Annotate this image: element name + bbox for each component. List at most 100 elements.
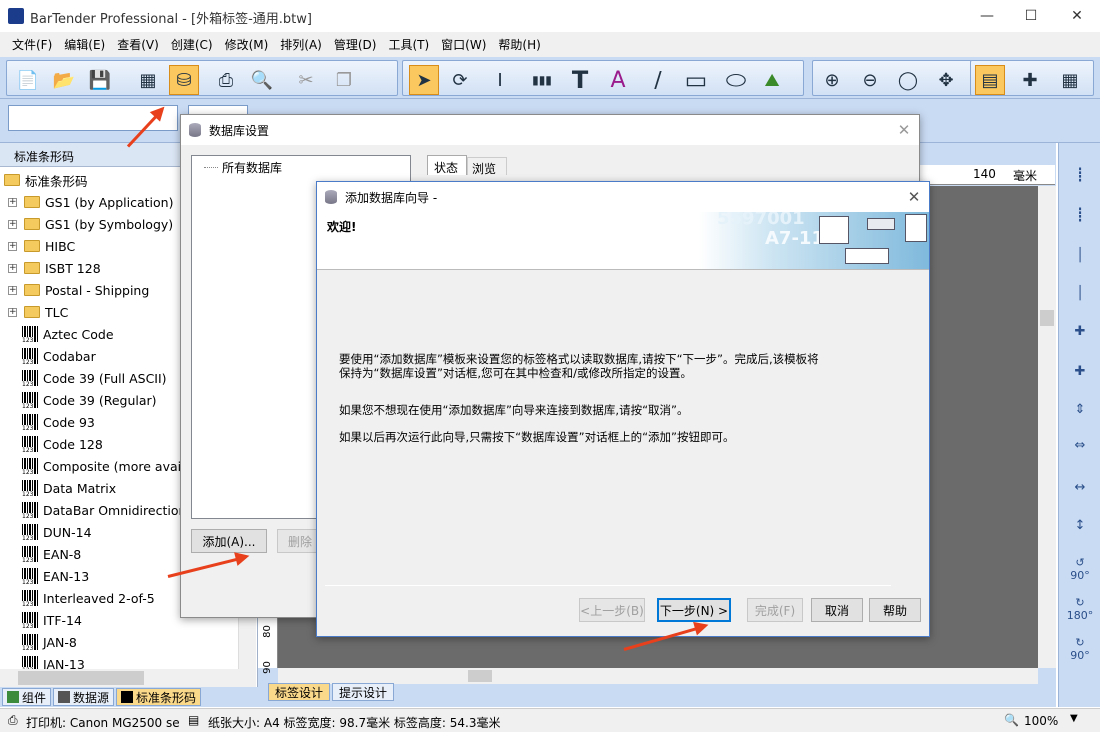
tree-folder[interactable]: + GS1 (by Symbology) — [0, 213, 173, 235]
copy-icon[interactable]: ❐ — [329, 65, 359, 95]
tree-barcode[interactable]: Composite (more availa — [22, 455, 192, 477]
tree-barcode[interactable]: JAN-13 — [22, 653, 85, 669]
menu-file[interactable]: 文件(F) — [6, 36, 58, 53]
menu-help[interactable]: 帮助(H) — [492, 36, 546, 53]
menu-create[interactable]: 创建(C) — [165, 36, 219, 53]
tree-barcode[interactable]: Interleaved 2-of-5 — [22, 587, 155, 609]
rotate-90-right-icon[interactable]: ↻ 90° — [1064, 633, 1096, 665]
tree-barcode[interactable]: Code 128 — [22, 433, 103, 455]
picture-icon[interactable]: ⛰ — [757, 65, 787, 95]
page-setup-icon[interactable]: ▦ — [133, 65, 163, 95]
label-icon — [845, 248, 889, 264]
tree-folder[interactable]: + GS1 (by Application) — [0, 191, 173, 213]
help-button[interactable]: 帮助 — [869, 598, 921, 622]
menu-edit[interactable]: 编辑(E) — [58, 36, 111, 53]
zoom-page-icon[interactable]: ✥ — [931, 65, 961, 95]
tree-barcode[interactable]: Codabar — [22, 345, 96, 367]
menu-manage[interactable]: 管理(D) — [328, 36, 383, 53]
cancel-button[interactable]: 取消 — [811, 598, 863, 622]
tree-barcode[interactable]: EAN-13 — [22, 565, 89, 587]
tree-barcode[interactable]: Code 39 (Regular) — [22, 389, 157, 411]
rotate-90-left-icon[interactable]: ↺ 90° — [1064, 553, 1096, 585]
space-horizontal-icon[interactable]: ⇔ — [1064, 429, 1096, 461]
menu-arrange[interactable]: 排列(A) — [274, 36, 328, 53]
wizard-header-title: 欢迎! — [327, 220, 357, 234]
tab-data-sources[interactable]: 数据源 — [53, 688, 115, 706]
database-setup-icon[interactable]: ⛁ — [169, 65, 199, 95]
minimize-button[interactable]: — — [964, 0, 1010, 32]
tree-folder[interactable]: + TLC — [0, 301, 68, 323]
ruler-icon[interactable]: ▤ — [975, 65, 1005, 95]
add-database-button[interactable]: 添加(A)... — [191, 529, 267, 553]
tree-barcode[interactable]: Code 93 — [22, 411, 95, 433]
tab-prompt-design[interactable]: 提示设计 — [332, 683, 395, 701]
tab-standard-barcodes[interactable]: 标准条形码 — [116, 688, 202, 706]
tree-barcode[interactable]: ITF-14 — [22, 609, 82, 631]
new-file-icon[interactable]: 📄 — [13, 65, 43, 95]
tree-barcode[interactable]: Aztec Code — [22, 323, 114, 345]
menu-view[interactable]: 查看(V) — [111, 36, 165, 53]
tree-barcode[interactable]: Code 39 (Full ASCII) — [22, 367, 167, 389]
close-button[interactable]: ✕ — [1054, 0, 1100, 32]
tree-folder[interactable]: + Postal - Shipping — [0, 279, 149, 301]
print-icon[interactable]: ⎙ — [211, 65, 241, 95]
space-vertical-icon[interactable]: ⇕ — [1064, 393, 1096, 425]
tree-root[interactable]: 标准条形码 — [4, 169, 88, 191]
tree-item-all-databases[interactable]: 所有数据库 — [222, 159, 282, 176]
rich-text-icon[interactable]: A — [603, 65, 633, 95]
close-icon[interactable]: ✕ — [889, 115, 919, 145]
same-width-icon[interactable]: ↔ — [1064, 471, 1096, 503]
tree-barcode[interactable]: EAN-8 — [22, 543, 81, 565]
align-middle-icon[interactable]: ✚ — [1064, 355, 1096, 387]
align-right-icon[interactable]: ┋ — [1064, 199, 1096, 231]
cut-icon[interactable]: ✂ — [291, 65, 321, 95]
text-cursor-icon[interactable]: I — [485, 65, 515, 95]
barcode-icon[interactable]: ▮▮▮ — [527, 65, 557, 95]
rectangle-icon[interactable]: ▭ — [681, 65, 711, 95]
zoom-level[interactable]: 100% — [1024, 714, 1058, 728]
canvas-vertical-scrollbar[interactable] — [1038, 186, 1056, 668]
menu-tools[interactable]: 工具(T) — [382, 36, 435, 53]
zoom-out-icon[interactable]: ⊖ — [855, 65, 885, 95]
tab-components[interactable]: 组件 — [2, 688, 52, 706]
same-height-icon[interactable]: ↕ — [1064, 509, 1096, 541]
close-icon[interactable]: ✕ — [899, 182, 929, 212]
next-button[interactable]: 下一步(N) > — [657, 598, 731, 622]
tab-browse[interactable]: 浏览 — [467, 157, 507, 176]
zoom-in-icon[interactable]: ⊕ — [817, 65, 847, 95]
finish-button[interactable]: 完成(F) — [747, 598, 803, 622]
rotate-180-icon[interactable]: ↻ 180° — [1064, 593, 1096, 625]
tree-folder[interactable]: + ISBT 128 — [0, 257, 101, 279]
line-icon[interactable]: ∕ — [643, 65, 673, 95]
tree-barcode[interactable]: DUN-14 — [22, 521, 92, 543]
menu-window[interactable]: 窗口(W) — [435, 36, 492, 53]
tree-barcode[interactable]: DataBar Omnidirectiona — [22, 499, 194, 521]
maximize-button[interactable]: ☐ — [1008, 0, 1054, 32]
tree-folder[interactable]: + HIBC — [0, 235, 75, 257]
save-icon[interactable]: 💾 — [85, 65, 115, 95]
back-button[interactable]: <上一步(B) — [579, 598, 645, 622]
open-folder-icon[interactable]: 📂 — [49, 65, 79, 95]
menu-modify[interactable]: 修改(M) — [219, 36, 275, 53]
align-left-icon[interactable]: ┋ — [1064, 159, 1096, 191]
text-icon[interactable]: T — [565, 65, 595, 95]
tree-barcode[interactable]: Data Matrix — [22, 477, 116, 499]
tree-horizontal-scrollbar[interactable] — [0, 669, 256, 687]
database-icon — [189, 123, 201, 137]
canvas-horizontal-scrollbar[interactable] — [278, 668, 1038, 684]
print-preview-icon[interactable]: 🔍 — [247, 65, 277, 95]
select-pointer-icon[interactable]: ➤ — [409, 65, 439, 95]
snap-icon[interactable]: ✚ — [1015, 65, 1045, 95]
zoom-fit-icon[interactable]: ◯ — [893, 65, 923, 95]
ellipse-icon[interactable]: ⬭ — [721, 65, 751, 95]
printer-icon: ⎙ — [8, 713, 18, 727]
tree-barcode[interactable]: JAN-8 — [22, 631, 77, 653]
chevron-down-icon[interactable]: ▼ — [1070, 713, 1078, 724]
rotate-icon[interactable]: ⟳ — [445, 65, 475, 95]
tab-status[interactable]: 状态 — [427, 155, 467, 175]
align-bottom-icon[interactable]: │ — [1064, 277, 1096, 309]
align-top-icon[interactable]: │ — [1064, 239, 1096, 271]
tab-label-design[interactable]: 标签设计 — [268, 683, 331, 701]
align-center-icon[interactable]: ✚ — [1064, 315, 1096, 347]
grid-icon[interactable]: ▦ — [1055, 65, 1085, 95]
